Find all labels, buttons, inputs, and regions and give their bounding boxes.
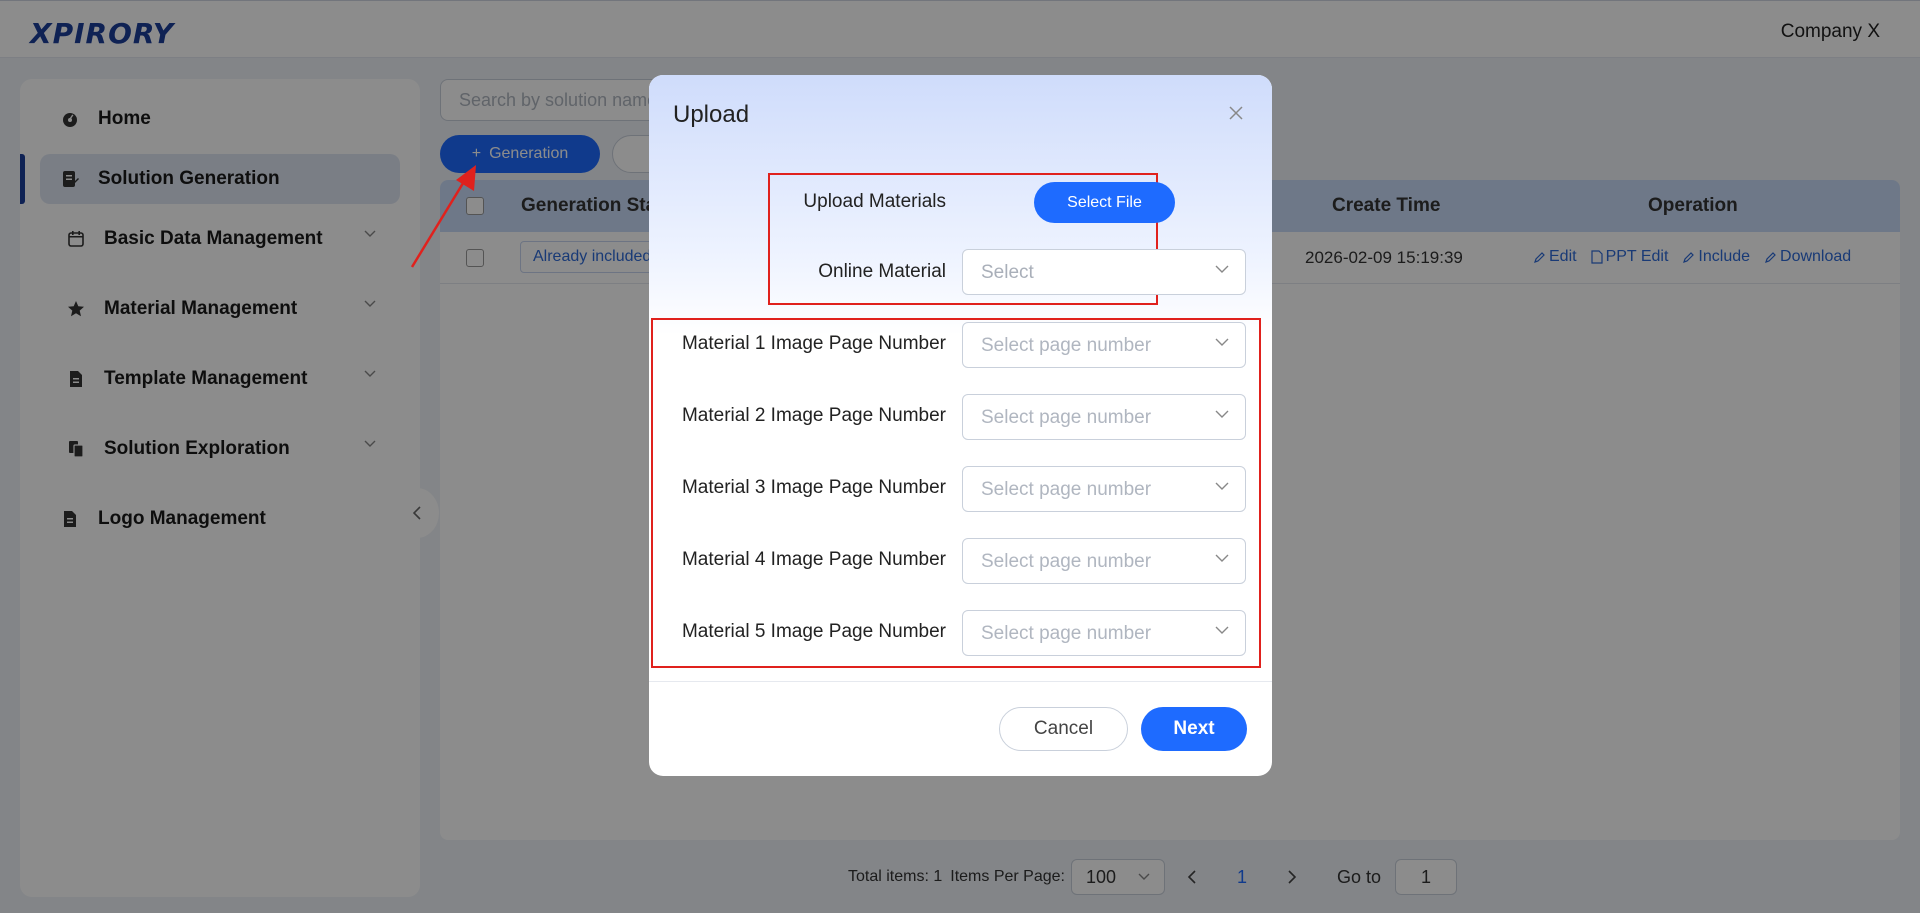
material-5-page-label: Material 5 Image Page Number (681, 621, 946, 642)
material-1-page-select[interactable]: Select page number (962, 322, 1246, 368)
select-file-button[interactable]: Select File (1034, 182, 1175, 223)
online-material-placeholder: Select (981, 262, 1034, 283)
material-4-page-select[interactable]: Select page number (962, 538, 1246, 584)
page-select-placeholder: Select page number (981, 623, 1152, 644)
chevron-down-icon (1215, 265, 1229, 273)
dialog-title: Upload (673, 101, 750, 128)
chevron-down-icon (1215, 482, 1229, 490)
close-button[interactable] (1224, 101, 1248, 125)
online-material-select[interactable]: Select (962, 249, 1246, 295)
next-button[interactable]: Next (1141, 707, 1247, 751)
material-2-page-label: Material 2 Image Page Number (681, 405, 946, 426)
material-5-page-select[interactable]: Select page number (962, 610, 1246, 656)
upload-dialog: Upload Upload Materials Select File Onli… (649, 75, 1272, 776)
chevron-down-icon (1215, 626, 1229, 634)
online-material-label: Online Material (818, 261, 946, 282)
page-select-placeholder: Select page number (981, 335, 1152, 356)
upload-materials-label: Upload Materials (803, 191, 946, 212)
material-2-page-select[interactable]: Select page number (962, 394, 1246, 440)
chevron-down-icon (1215, 410, 1229, 418)
material-1-page-label: Material 1 Image Page Number (681, 333, 946, 354)
chevron-down-icon (1215, 554, 1229, 562)
chevron-down-icon (1215, 338, 1229, 346)
material-3-page-select[interactable]: Select page number (962, 466, 1246, 512)
cancel-button[interactable]: Cancel (999, 707, 1128, 751)
dialog-footer-divider (649, 681, 1272, 682)
annotation-arrow (410, 165, 476, 268)
material-3-page-label: Material 3 Image Page Number (681, 477, 946, 498)
close-icon (1229, 106, 1243, 120)
material-4-page-label: Material 4 Image Page Number (681, 549, 946, 570)
page-select-placeholder: Select page number (981, 407, 1152, 428)
page-select-placeholder: Select page number (981, 551, 1152, 572)
page-select-placeholder: Select page number (981, 479, 1152, 500)
